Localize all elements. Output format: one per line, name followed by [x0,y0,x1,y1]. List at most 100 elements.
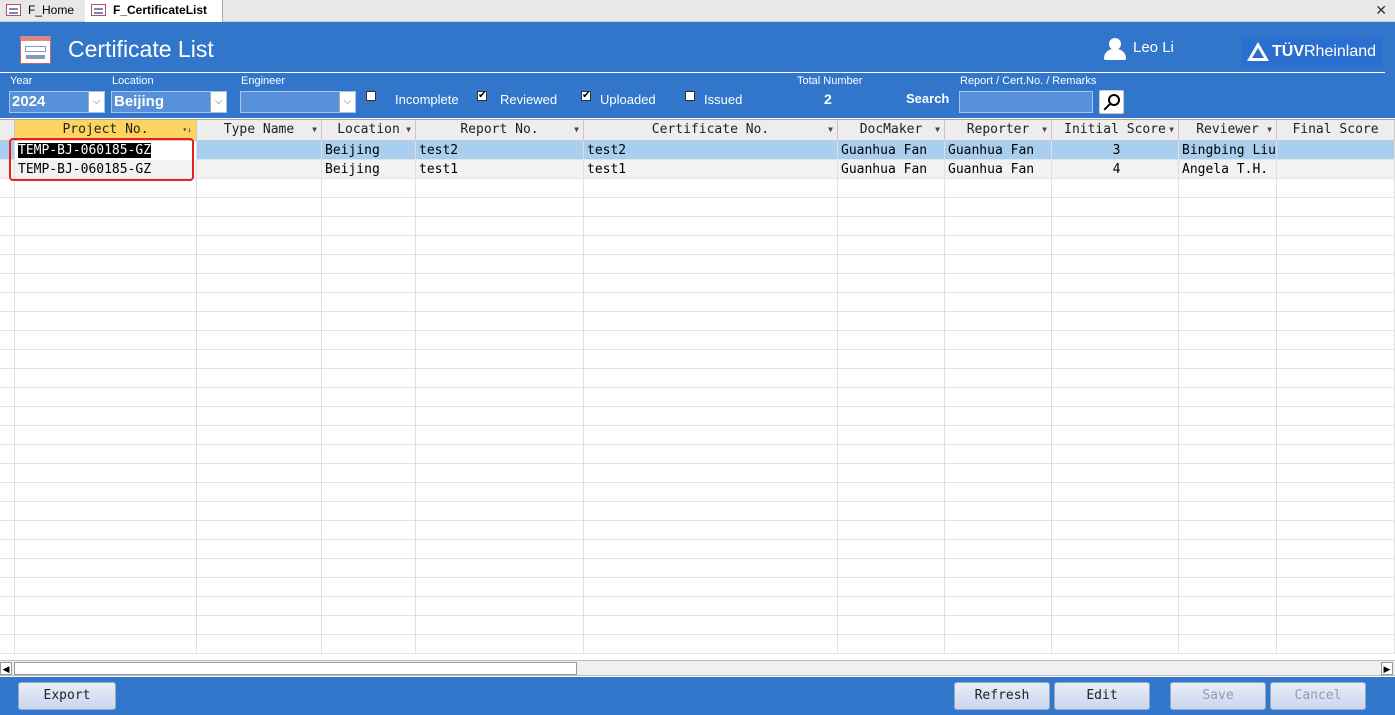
table-cell [15,293,197,312]
table-cell[interactable] [1277,141,1395,160]
row-selector[interactable] [0,559,15,578]
row-selector[interactable] [0,464,15,483]
column-header-report-no[interactable]: Report No. ▼ [416,120,584,141]
search-button[interactable] [1099,90,1124,114]
table-cell[interactable]: 3 [1052,141,1179,160]
row-selector[interactable] [0,198,15,217]
table-cell [838,179,945,198]
scroll-right-icon[interactable]: ▶ [1381,662,1393,675]
table-cell [945,388,1052,407]
uploaded-checkbox[interactable]: ✔ [581,91,591,101]
filter-dropdown-icon[interactable]: ▼ [828,120,833,140]
row-selector[interactable] [0,502,15,521]
column-header-reviewer[interactable]: Reviewer ▼ [1179,120,1277,141]
row-selector[interactable] [0,217,15,236]
table-cell[interactable]: test1 [416,160,584,179]
issued-checkbox[interactable] [685,91,695,101]
table-cell [1179,293,1277,312]
table-cell[interactable]: test2 [584,141,838,160]
row-selector[interactable] [0,274,15,293]
table-cell[interactable] [197,141,322,160]
row-selector[interactable] [0,179,15,198]
table-cell[interactable]: Guanhua Fan [945,141,1052,160]
column-header-label: Project No. [62,122,149,137]
location-combo[interactable]: Beijing ⌵ [111,91,227,113]
engineer-combo[interactable]: ⌵ [240,91,356,113]
filter-dropdown-icon[interactable]: ▼ [312,120,317,140]
row-selector[interactable] [0,388,15,407]
row-selector[interactable] [0,426,15,445]
column-header-final-score[interactable]: Final Score [1277,120,1395,141]
row-selector[interactable] [0,312,15,331]
row-selector[interactable] [0,635,15,654]
export-button[interactable]: Export [18,682,116,710]
row-selector[interactable] [0,293,15,312]
row-selector[interactable] [0,369,15,388]
chevron-down-icon[interactable]: ⌵ [88,92,104,112]
save-button[interactable]: Save [1170,682,1266,710]
chevron-down-icon[interactable]: ⌵ [210,92,226,112]
table-cell[interactable]: Beijing [322,141,416,160]
filter-dropdown-icon[interactable]: ▼ [935,120,940,140]
table-row[interactable]: TEMP-BJ-060185-GZ Beijing test1 test1 Guanhu… [0,160,1395,179]
column-header-certificate-no[interactable]: Certificate No. ▼ [584,120,838,141]
row-selector[interactable] [0,350,15,369]
table-cell[interactable]: Beijing [322,160,416,179]
column-header-docmaker[interactable]: DocMaker ▼ [838,120,945,141]
table-cell[interactable] [1277,160,1395,179]
user-name: Leo Li [1133,39,1174,56]
edit-button[interactable]: Edit [1054,682,1150,710]
row-selector[interactable] [0,597,15,616]
year-combo[interactable]: 2024 ⌵ [9,91,105,113]
tab-f-home[interactable]: F_Home [0,0,84,22]
row-selector[interactable] [0,578,15,597]
row-selector[interactable] [0,483,15,502]
scroll-left-icon[interactable]: ◀ [0,662,12,675]
table-cell [1179,502,1277,521]
row-selector[interactable] [0,540,15,559]
row-selector[interactable] [0,445,15,464]
table-row[interactable]: TEMP-BJ-060185-GZ Beijing test2 test2 Guanhu… [0,141,1395,160]
row-selector[interactable] [0,407,15,426]
horizontal-scrollbar[interactable]: ◀ ▶ [0,660,1395,676]
row-selector[interactable] [0,521,15,540]
close-icon[interactable]: ✕ [1375,2,1387,19]
filter-dropdown-icon[interactable]: ▼ [1042,120,1047,140]
filter-dropdown-icon[interactable]: ▼ [574,120,579,140]
table-cell [1277,616,1395,635]
table-cell[interactable]: Angela T.H. [1179,160,1277,179]
table-cell[interactable]: Guanhua Fan [838,160,945,179]
table-cell[interactable]: test1 [584,160,838,179]
empty-row [0,426,1395,445]
row-selector[interactable] [0,255,15,274]
column-header-reporter[interactable]: Reporter ▼ [945,120,1052,141]
filter-dropdown-icon[interactable]: ▼ [1169,120,1174,140]
table-cell [322,464,416,483]
table-cell[interactable] [197,160,322,179]
row-selector[interactable] [0,331,15,350]
table-cell[interactable]: Guanhua Fan [945,160,1052,179]
incomplete-checkbox[interactable] [366,91,376,101]
table-cell[interactable]: 4 [1052,160,1179,179]
filter-dropdown-icon[interactable]: ▼ [406,120,411,140]
filter-dropdown-icon[interactable]: ▼ [1267,120,1272,140]
table-cell[interactable]: Bingbing Liu [1179,141,1277,160]
column-header-location[interactable]: Location ▼ [322,120,416,141]
column-header-initial-score[interactable]: Initial Score ▼ [1052,120,1179,141]
tab-f-certificatelist[interactable]: F_CertificateList [85,0,223,22]
cancel-button[interactable]: Cancel [1270,682,1366,710]
search-input[interactable] [959,91,1093,113]
sort-filter-icon[interactable]: ▾↓ [182,120,192,140]
scroll-thumb[interactable] [14,662,577,675]
refresh-button[interactable]: Refresh [954,682,1050,710]
table-cell[interactable]: Guanhua Fan [838,141,945,160]
table-cell[interactable]: test2 [416,141,584,160]
chevron-down-icon[interactable]: ⌵ [339,92,355,112]
table-cell [197,236,322,255]
row-selector[interactable] [0,236,15,255]
tab-label: F_Home [28,3,75,17]
reviewed-checkbox[interactable]: ✔ [477,91,487,101]
total-number-label: Total Number [797,75,863,87]
row-selector[interactable] [0,616,15,635]
column-header-type-name[interactable]: Type Name ▼ [197,120,322,141]
